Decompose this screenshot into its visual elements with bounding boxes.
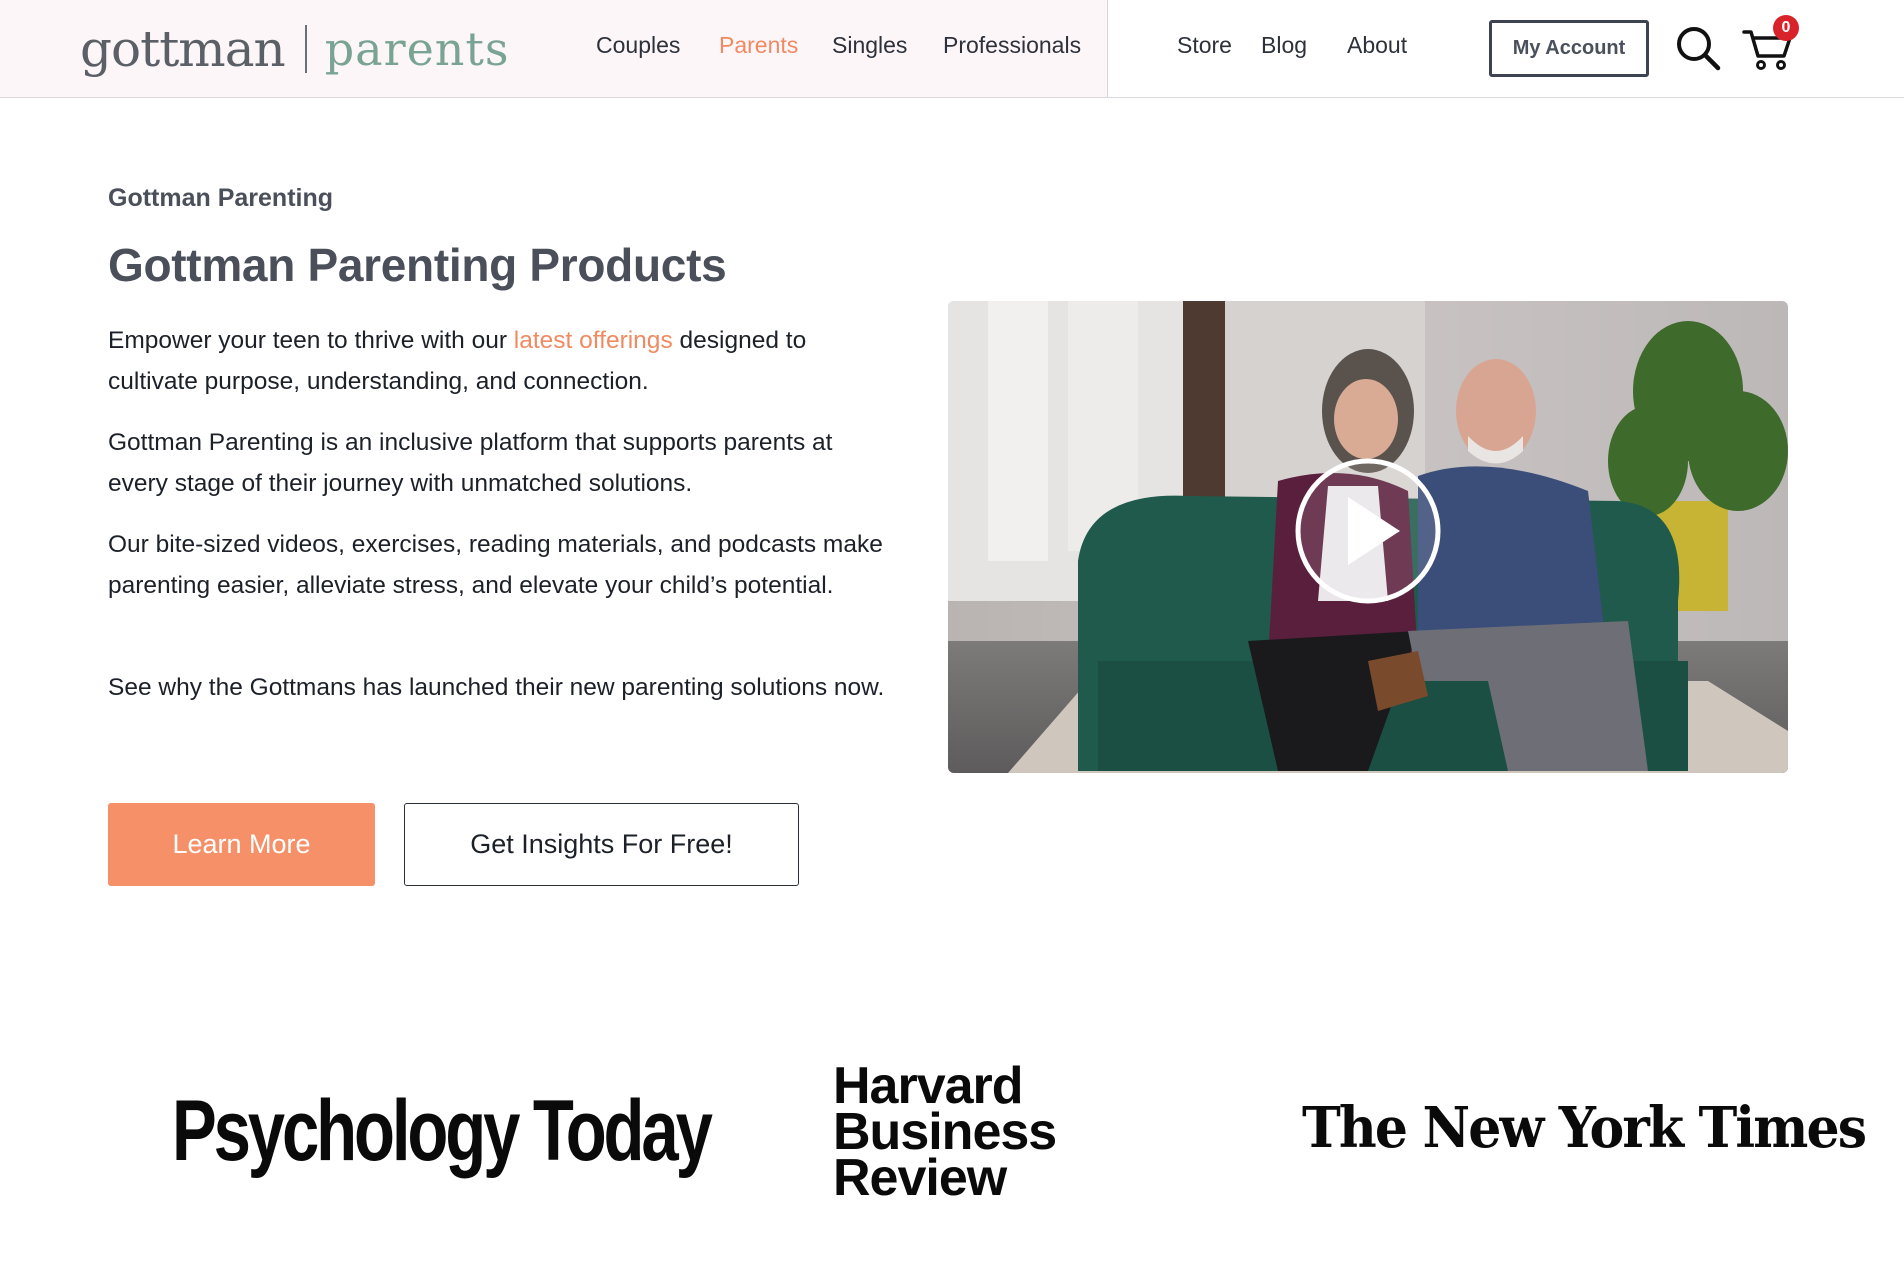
logo-subbrand: parents [324, 22, 510, 76]
site-logo[interactable]: gottman parents [80, 14, 510, 84]
harvard-business-review-logo: Harvard Business Review [833, 1060, 1057, 1207]
hero-paragraph-1-start: Empower your teen to thrive with our [108, 327, 514, 354]
video-thumbnail [948, 301, 1788, 773]
get-insights-button[interactable]: Get Insights For Free! [404, 803, 799, 886]
nav-item-couples[interactable]: Couples [596, 32, 680, 59]
cart-count-badge: 0 [1773, 15, 1799, 41]
new-york-times-logo: The New York Times [1302, 1095, 1867, 1161]
hero-paragraph-2: Gottman Parenting is an inclusive platfo… [108, 429, 833, 497]
my-account-button[interactable]: My Account [1489, 20, 1649, 77]
nav-item-store[interactable]: Store [1177, 32, 1232, 59]
site-header: gottman parents Couples Parents Singles … [0, 0, 1904, 98]
hero-paragraph-4: See why the Gottmans has launched their … [108, 674, 885, 701]
latest-offerings-link[interactable]: latest offerings [514, 327, 673, 354]
logo-divider [304, 25, 307, 73]
nav-item-professionals[interactable]: Professionals [943, 32, 1081, 59]
nav-item-blog[interactable]: Blog [1261, 32, 1307, 59]
page-title: Gottman Parenting Products [108, 239, 727, 291]
hero-paragraph-3: Our bite-sized videos, exercises, readin… [108, 531, 883, 599]
search-icon[interactable] [1674, 24, 1722, 72]
hbr-line-3: Review [833, 1149, 1007, 1207]
hero-video-player[interactable] [948, 301, 1788, 773]
learn-more-button[interactable]: Learn More [108, 803, 375, 886]
psychology-today-logo: Psychology Today [172, 1083, 713, 1179]
hero-paragraph-1: Empower your teen to thrive with our lat… [108, 320, 888, 402]
nav-item-parents[interactable]: Parents [719, 32, 798, 59]
logo-wordmark: gottman [80, 20, 286, 78]
nav-item-about[interactable]: About [1347, 32, 1407, 59]
nav-item-singles[interactable]: Singles [832, 32, 907, 59]
section-eyebrow: Gottman Parenting [108, 184, 334, 212]
